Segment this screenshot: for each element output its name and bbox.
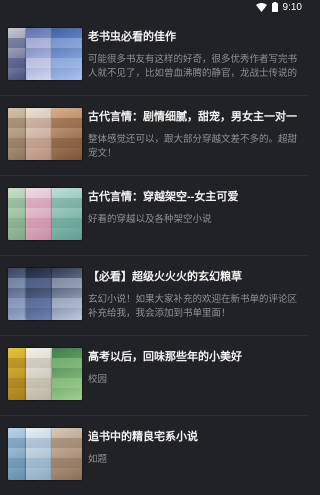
booklist-item[interactable]: 古代言情：穿越架空--女主可爱 好看的穿越以及各种架空小说 bbox=[0, 176, 308, 256]
booklist-description: 校园 bbox=[88, 374, 108, 385]
booklist-covers bbox=[8, 348, 82, 400]
book-cover-image bbox=[52, 188, 82, 240]
booklist-covers bbox=[8, 28, 82, 80]
book-cover-image bbox=[52, 108, 82, 160]
battery-icon bbox=[271, 0, 278, 17]
booklist-title: 【必看】超级火火火的玄幻粮草 bbox=[88, 271, 242, 283]
booklist-item[interactable]: 高考以后，回味那些年的小美好 校园 bbox=[0, 336, 308, 416]
booklist-title: 老书虫必看的佳作 bbox=[88, 31, 176, 43]
booklist-description: 好看的穿越以及各种架空小说 bbox=[88, 214, 212, 225]
wifi-icon bbox=[255, 0, 267, 17]
status-bar: 9:10 bbox=[0, 0, 308, 16]
booklist-covers bbox=[8, 188, 82, 240]
booklist-covers bbox=[8, 428, 82, 480]
booklist-item[interactable]: 追书中的精良宅系小说 如题 bbox=[0, 416, 308, 495]
booklist-list: 老书虫必看的佳作可能很多书友有这样的好奇，很多优秀作者写完书人就不见了，比如曾血… bbox=[0, 16, 308, 495]
booklist-item[interactable]: 老书虫必看的佳作可能很多书友有这样的好奇，很多优秀作者写完书人就不见了，比如曾血… bbox=[0, 16, 308, 96]
book-cover-image bbox=[52, 28, 82, 80]
book-cover-image bbox=[52, 428, 82, 480]
booklist-title: 追书中的精良宅系小说 bbox=[88, 431, 198, 443]
booklist-description: 整体感觉还可以，跟大部分穿越文差不多的。超甜宠文！ bbox=[88, 134, 298, 159]
booklist-item[interactable]: 【必看】超级火火火的玄幻粮草玄幻小说！如果大家补充的欢迎在新书单的评论区补充给我… bbox=[0, 256, 308, 336]
book-cover-image bbox=[52, 268, 82, 320]
book-cover-image bbox=[52, 348, 82, 400]
booklist-description: 如题 bbox=[88, 454, 108, 465]
status-time: 9:10 bbox=[282, 2, 302, 13]
booklist-title: 古代言情：穿越架空--女主可爱 bbox=[88, 191, 239, 203]
booklist-covers bbox=[8, 108, 82, 160]
booklist-item[interactable]: 古代言情：剧情细腻，甜宠，男女主一对一整体感觉还可以，跟大部分穿越文差不多的。超… bbox=[0, 96, 308, 176]
booklist-covers bbox=[8, 268, 82, 320]
booklist-title: 高考以后，回味那些年的小美好 bbox=[88, 351, 242, 363]
booklist-description: 玄幻小说！如果大家补充的欢迎在新书单的评论区补充给我，我会添加到书单里面！ bbox=[88, 294, 298, 319]
booklist-description: 可能很多书友有这样的好奇，很多优秀作者写完书人就不见了，比如曾血沸腾的静官，龙战… bbox=[88, 54, 298, 79]
booklist-title: 古代言情：剧情细腻，甜宠，男女主一对一 bbox=[88, 111, 297, 123]
